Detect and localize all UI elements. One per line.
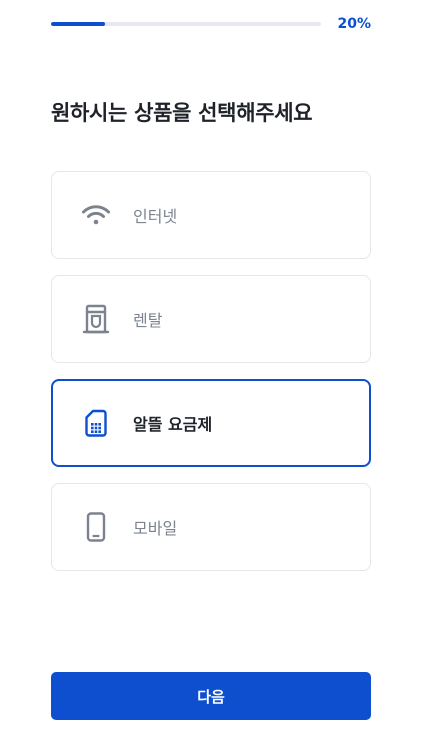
- progress-fill: [51, 22, 105, 26]
- product-option-list: 인터넷 렌탈 알뜰 요금제 모바일: [51, 171, 371, 587]
- option-budget-plan[interactable]: 알뜰 요금제: [51, 379, 371, 467]
- option-label: 인터넷: [133, 207, 178, 226]
- mobile-phone-icon: [80, 511, 112, 543]
- option-rental[interactable]: 렌탈: [51, 275, 371, 363]
- sim-card-icon: [80, 407, 112, 439]
- wifi-icon: [80, 199, 112, 231]
- progress-percent: 20%: [337, 16, 371, 32]
- option-mobile[interactable]: 모바일: [51, 483, 371, 571]
- water-purifier-icon: [80, 303, 112, 335]
- option-label: 모바일: [133, 519, 178, 538]
- option-internet[interactable]: 인터넷: [51, 171, 371, 259]
- progress-indicator: 20%: [51, 15, 371, 33]
- progress-track: [51, 22, 321, 26]
- option-label: 알뜰 요금제: [133, 415, 213, 434]
- page-title: 원하시는 상품을 선택해주세요: [51, 101, 313, 125]
- next-button[interactable]: 다음: [51, 672, 371, 720]
- option-label: 렌탈: [133, 311, 163, 330]
